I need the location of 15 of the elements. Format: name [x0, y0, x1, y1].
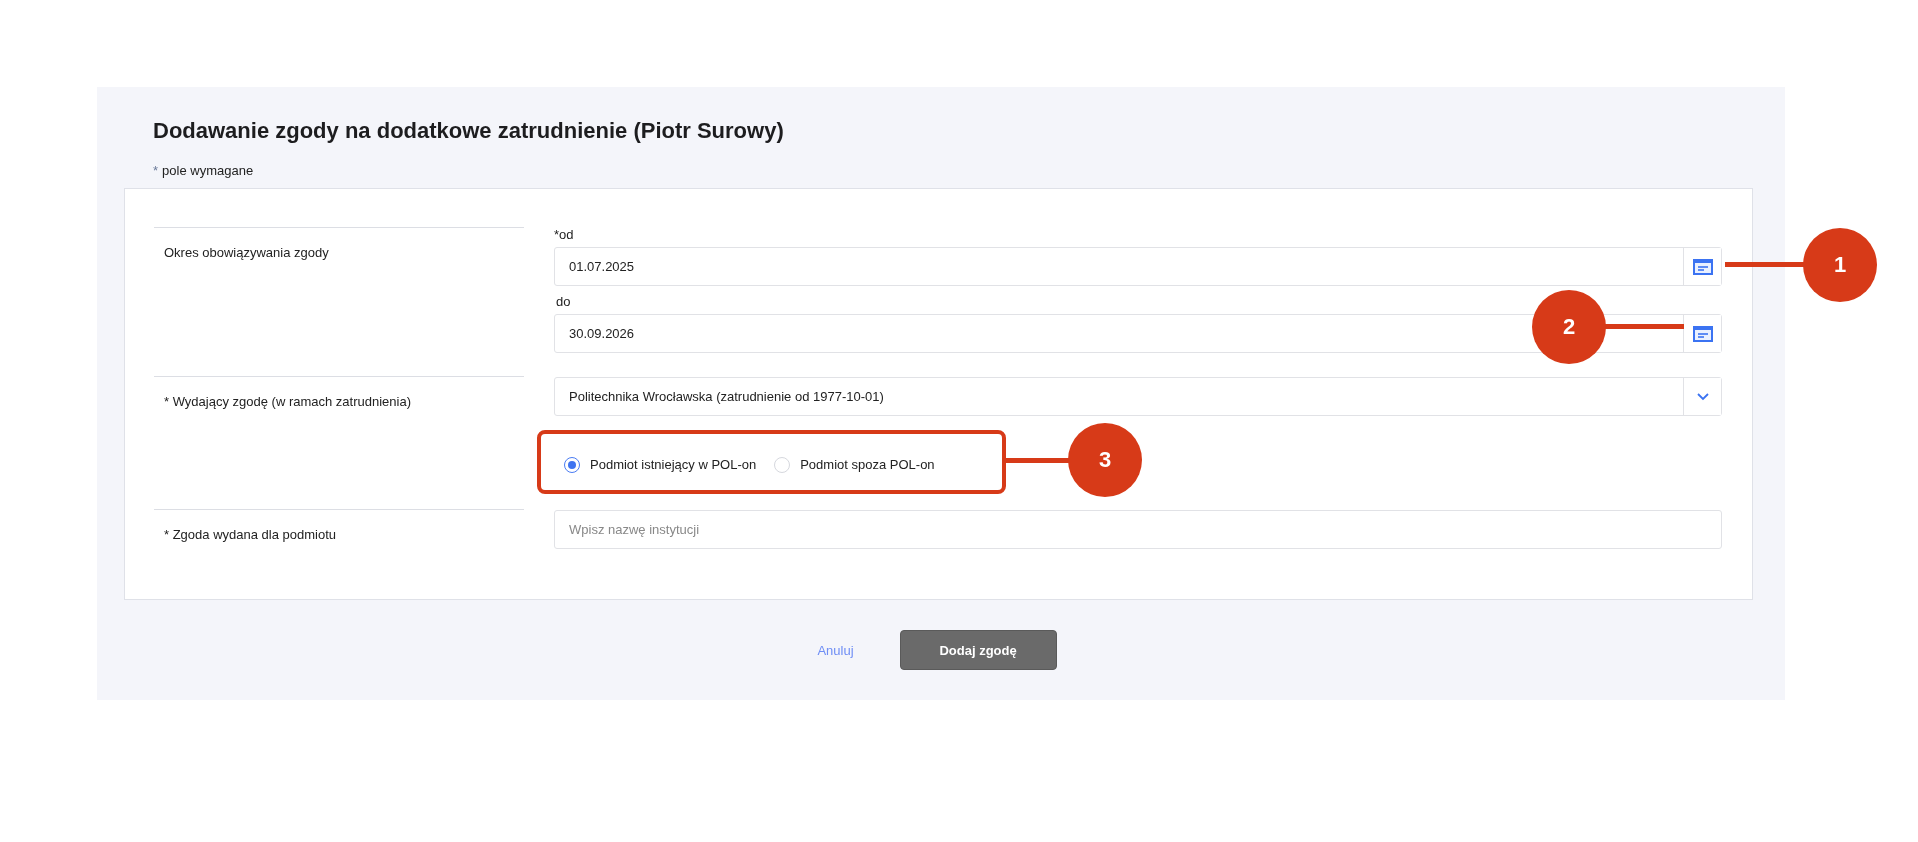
- date-field[interactable]: 01.07.2025: [554, 247, 1722, 286]
- field-label: * Zgoda wydana dla podmiotu: [164, 527, 336, 542]
- radio-option[interactable]: Podmiot spoza POL-on: [774, 456, 935, 473]
- callout-number: 1: [1803, 228, 1877, 302]
- field-label: * Wydający zgodę (w ramach zatrudnienia): [164, 394, 411, 409]
- required-note: pole wymagane: [162, 163, 254, 178]
- field-label: Okres obowiązywania zgody: [164, 245, 329, 260]
- submit-button[interactable]: Dodaj zgodę: [899, 630, 1057, 670]
- date-label: *od: [554, 227, 575, 243]
- select-field[interactable]: Politechnika Wrocławska (zatrudnienie od 1977-10-01): [554, 377, 1722, 416]
- text-input-field[interactable]: Wpisz nazwę instytucji: [554, 510, 1722, 549]
- required-mark: *: [153, 163, 159, 178]
- date-label: do: [556, 294, 572, 310]
- radio-option[interactable]: Podmiot istniejący w POL-on: [564, 456, 757, 473]
- page-title: Dodawanie zgody na dodatkowe zatrudnienie (Piotr Surowy): [153, 117, 785, 145]
